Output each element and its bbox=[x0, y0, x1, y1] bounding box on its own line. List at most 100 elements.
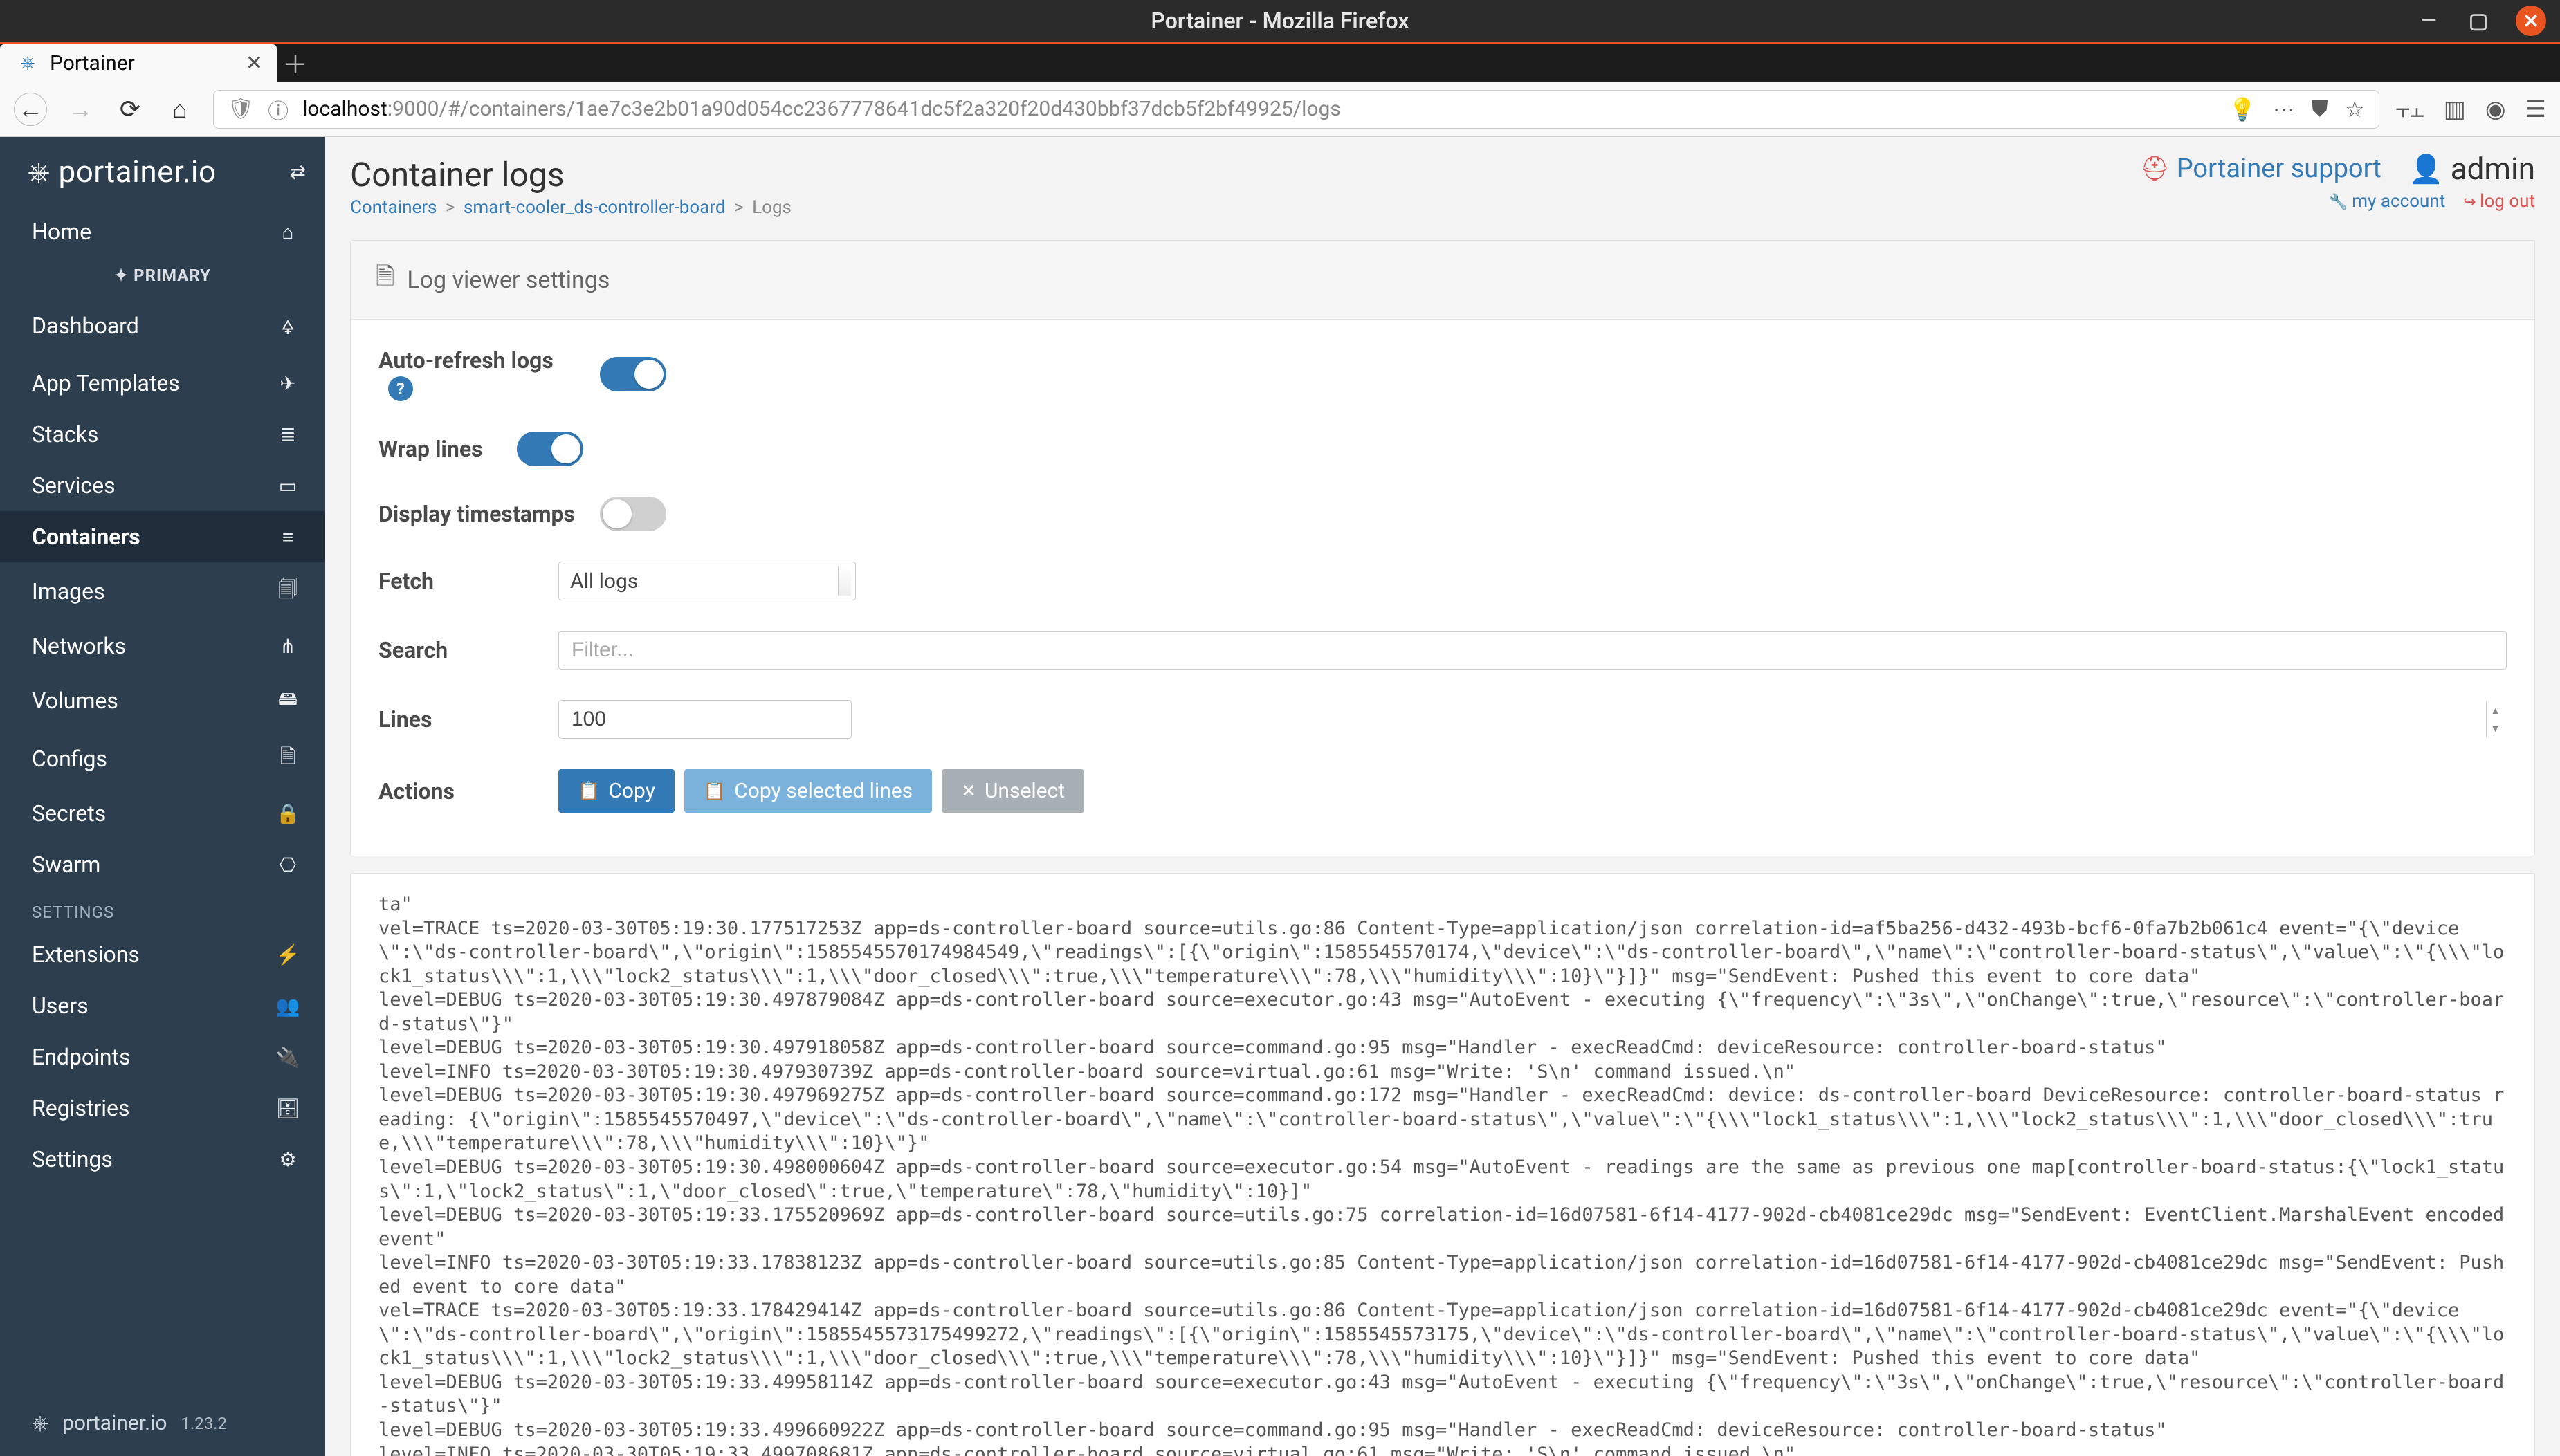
sidebar-item-label: Endpoints bbox=[32, 1044, 131, 1070]
lock-icon: 🔒 bbox=[274, 802, 302, 825]
sidebar-item-secrets[interactable]: Secrets🔒 bbox=[0, 788, 325, 839]
sidebar: ⎈ portainer.io ⇄ Home ⌂ ✦ PRIMARY Dashbo… bbox=[0, 137, 325, 1456]
new-tab-button[interactable]: ＋ bbox=[277, 44, 314, 82]
sidebar-item-label: Networks bbox=[32, 633, 126, 659]
lines-input[interactable] bbox=[558, 700, 852, 739]
brand-label: portainer.io bbox=[59, 154, 217, 190]
sidebar-item-settings[interactable]: Settings⚙ bbox=[0, 1134, 325, 1185]
hdd-icon: 🖴 bbox=[274, 684, 302, 717]
lines-stepper[interactable]: ▲▼ bbox=[2486, 701, 2504, 737]
display-timestamps-toggle[interactable] bbox=[600, 497, 666, 531]
breadcrumb-link-containers[interactable]: Containers bbox=[350, 197, 437, 218]
nav-forward-button[interactable]: → bbox=[64, 93, 97, 126]
sign-out-icon: ↪ bbox=[2463, 194, 2480, 211]
bookmark-star-icon[interactable]: ☆ bbox=[2345, 96, 2365, 122]
minimize-icon[interactable]: — bbox=[2416, 8, 2441, 33]
fetch-select[interactable]: All logs bbox=[558, 562, 856, 600]
lifebuoy-icon: ⛑ bbox=[2140, 155, 2170, 183]
sidebar-item-endpoints[interactable]: Endpoints🔌 bbox=[0, 1031, 325, 1082]
sidebar-item-home[interactable]: Home ⌂ bbox=[0, 206, 325, 257]
list-alt-icon: ▭ bbox=[274, 474, 302, 497]
clipboard-icon: 📋 bbox=[704, 781, 726, 802]
wrench-icon: 🔧 bbox=[2329, 194, 2352, 211]
nav-home-button[interactable]: ⌂ bbox=[163, 93, 196, 126]
brand-logo[interactable]: ⎈ portainer.io bbox=[28, 154, 217, 190]
urlbar-actions: 💡 ⋯ ⛊ ☆ bbox=[2229, 95, 2365, 122]
unselect-button[interactable]: ✕Unselect bbox=[942, 769, 1084, 813]
auto-refresh-toggle[interactable] bbox=[600, 357, 666, 391]
sidebar-item-label: Images bbox=[32, 578, 105, 605]
sidebar-item-label: Registries bbox=[32, 1095, 130, 1121]
sidebar-item-label: App Templates bbox=[32, 370, 180, 396]
search-label: Search bbox=[378, 637, 558, 663]
search-input[interactable] bbox=[558, 631, 2507, 670]
sidebar-item-label: Containers bbox=[32, 524, 140, 550]
footer-brand: portainer.io bbox=[62, 1411, 167, 1435]
user-menu[interactable]: 👤 admin bbox=[2409, 151, 2535, 187]
tab-close-icon[interactable]: ✕ bbox=[246, 51, 263, 75]
sidebar-item-registries[interactable]: Registries 🗄 bbox=[0, 1082, 325, 1134]
help-icon[interactable]: ? bbox=[388, 376, 413, 401]
library-icon[interactable]: ⫟⫠ bbox=[2396, 95, 2424, 123]
sidebar-item-label: Services bbox=[32, 472, 116, 499]
header-right: ⛑ Portainer support 👤 admin 🔧 my account… bbox=[2140, 151, 2535, 229]
main-header: Container logs Containers > smart-cooler… bbox=[350, 151, 2535, 229]
file-text-icon: 🗎 bbox=[376, 260, 394, 300]
browser-tab-active[interactable]: ⎈ Portainer ✕ bbox=[0, 44, 277, 82]
sidebar-item-label: Swarm bbox=[32, 851, 100, 878]
wrap-lines-toggle[interactable] bbox=[517, 432, 583, 466]
server-icon: ≡ bbox=[274, 526, 302, 549]
page-title: Container logs bbox=[350, 155, 792, 194]
sidebar-item-volumes[interactable]: Volumes🖴 bbox=[0, 672, 325, 730]
x-icon: ✕ bbox=[961, 781, 976, 802]
sidebar-item-swarm[interactable]: Swarm⎔ bbox=[0, 839, 325, 890]
copy-selected-button[interactable]: 📋Copy selected lines bbox=[684, 769, 932, 813]
lightbulb-icon[interactable]: 💡 bbox=[2229, 96, 2256, 122]
toolbar-actions: ⫟⫠ ▥ ◉ ☰ bbox=[2396, 95, 2547, 123]
pocket-icon[interactable]: ⛊ bbox=[2312, 95, 2328, 122]
sidebar-endpoint-badge[interactable]: ✦ PRIMARY bbox=[0, 257, 325, 293]
copy-button[interactable]: 📋Copy bbox=[558, 769, 675, 813]
logout-link[interactable]: ↪ log out bbox=[2463, 191, 2535, 212]
info-icon[interactable]: ⓘ bbox=[268, 94, 289, 125]
url-host: localhost bbox=[302, 97, 387, 121]
maximize-icon[interactable]: ▢ bbox=[2466, 8, 2491, 33]
sidebar-item-label: Users bbox=[32, 993, 89, 1019]
database-icon: 🗄 bbox=[274, 1097, 302, 1120]
nav-back-button[interactable]: ← bbox=[14, 93, 47, 126]
more-icon[interactable]: ⋯ bbox=[2273, 96, 2295, 122]
shield-icon[interactable]: 🛡 bbox=[228, 97, 254, 121]
portainer-support-link[interactable]: ⛑ Portainer support bbox=[2140, 154, 2381, 184]
account-icon[interactable]: ◉ bbox=[2485, 95, 2506, 123]
sidebar-item-label: Home bbox=[32, 219, 91, 245]
sidebar-item-label: Dashboard bbox=[32, 313, 139, 339]
url-bar[interactable]: 🛡 ⓘ localhost:9000/#/containers/1ae7c3e2… bbox=[213, 90, 2379, 129]
sidebar-item-extensions[interactable]: Extensions⚡ bbox=[0, 929, 325, 980]
sidebar-item-containers[interactable]: Containers ≡ bbox=[0, 511, 325, 562]
sidebar-item-users[interactable]: Users👥 bbox=[0, 980, 325, 1031]
sidebar-item-services[interactable]: Services ▭ bbox=[0, 460, 325, 511]
sidebar-item-app-templates[interactable]: App Templates✈ bbox=[0, 358, 325, 409]
brand: ⎈ portainer.io ⇄ bbox=[0, 137, 325, 206]
sidebar-collapse-icon[interactable]: ⇄ bbox=[290, 160, 306, 183]
my-account-link[interactable]: 🔧 my account bbox=[2329, 191, 2445, 212]
breadcrumb-link-container[interactable]: smart-cooler_ds-controller-board bbox=[464, 197, 726, 218]
sidebar-item-dashboard[interactable]: Dashboard🜍 bbox=[0, 293, 325, 358]
clipboard-icon: 📋 bbox=[578, 781, 600, 802]
sidebar-item-images[interactable]: Images 🗐 bbox=[0, 562, 325, 620]
tab-title: Portainer bbox=[50, 51, 135, 75]
sidebar-item-label: Extensions bbox=[32, 941, 140, 968]
sidebar-item-networks[interactable]: Networks ⋔ bbox=[0, 620, 325, 672]
sidebar-toggle-icon[interactable]: ▥ bbox=[2444, 95, 2466, 123]
hamburger-menu-icon[interactable]: ☰ bbox=[2525, 95, 2546, 123]
close-icon[interactable]: ✕ bbox=[2516, 6, 2546, 36]
sitemap-icon: ⋔ bbox=[274, 635, 302, 658]
sidebar-item-stacks[interactable]: Stacks≣ bbox=[0, 409, 325, 460]
cogs-icon: ⚙ bbox=[274, 1148, 302, 1171]
log-output[interactable]: ta" vel=TRACE ts=2020-03-30T05:19:30.177… bbox=[350, 873, 2535, 1456]
log-viewer-settings-panel: 🗎 Log viewer settings Auto-refresh logs?… bbox=[350, 240, 2535, 856]
nav-reload-button[interactable]: ⟳ bbox=[113, 93, 147, 126]
home-icon: ⌂ bbox=[274, 221, 302, 243]
clone-icon: 🗐 bbox=[274, 575, 302, 608]
sidebar-item-configs[interactable]: Configs🗎 bbox=[0, 730, 325, 788]
